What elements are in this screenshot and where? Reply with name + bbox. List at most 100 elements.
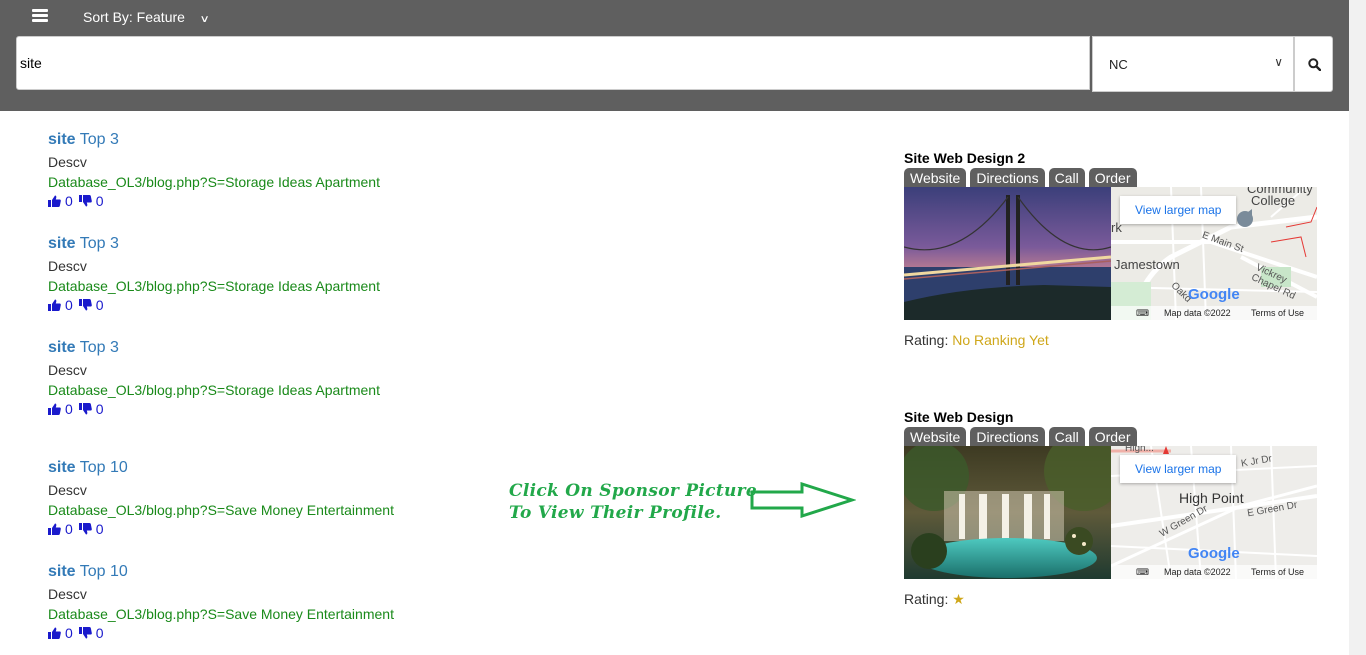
downvote-count: 0 bbox=[95, 193, 104, 209]
downvote-count: 0 bbox=[95, 297, 104, 313]
view-larger-map-link[interactable]: View larger map bbox=[1120, 455, 1237, 483]
thumbs-down-icon bbox=[78, 523, 92, 535]
result-title[interactable]: site Top 3 bbox=[48, 339, 380, 357]
google-logo: Google bbox=[1188, 286, 1240, 303]
top-bar: Sort By: Feature ∨ NC ∨ bbox=[0, 0, 1349, 111]
downvote-count: 0 bbox=[95, 625, 104, 641]
thumbs-up-icon bbox=[48, 627, 61, 639]
sort-by-dropdown[interactable]: Sort By: Feature ∨ bbox=[83, 9, 210, 25]
terms-of-use-link[interactable]: Terms of Use bbox=[1251, 308, 1304, 318]
thumbs-up-icon bbox=[48, 523, 61, 535]
state-select-value: NC bbox=[1109, 57, 1128, 72]
upvote-count: 0 bbox=[65, 297, 73, 313]
thumbs-down-button[interactable]: 0 bbox=[78, 625, 104, 641]
thumbs-down-icon bbox=[78, 299, 92, 311]
call-button[interactable]: Call bbox=[1048, 168, 1085, 187]
state-select[interactable]: NC ∨ bbox=[1092, 36, 1294, 92]
result-item: site Top 3 Descv Database_OL3/blog.php?S… bbox=[48, 131, 380, 209]
thumbs-down-button[interactable]: 0 bbox=[78, 521, 104, 537]
upvote-count: 0 bbox=[65, 521, 73, 537]
result-description: Descv bbox=[48, 258, 87, 274]
result-link[interactable]: Database_OL3/blog.php?S=Storage Ideas Ap… bbox=[48, 278, 380, 294]
search-button[interactable] bbox=[1294, 36, 1333, 92]
result-title[interactable]: site Top 3 bbox=[48, 235, 380, 253]
result-description: Descv bbox=[48, 586, 87, 602]
sponsor-rating: Rating: No Ranking Yet bbox=[904, 332, 1049, 348]
order-button[interactable]: Order bbox=[1088, 427, 1137, 446]
map-label: College bbox=[1251, 193, 1296, 208]
sponsor-card: Site Web Design 2 Website Directions Cal… bbox=[904, 150, 1317, 348]
sponsor-picture[interactable] bbox=[904, 446, 1111, 579]
result-item: site Top 10 Descv Database_OL3/blog.php?… bbox=[48, 459, 394, 537]
call-button[interactable]: Call bbox=[1048, 427, 1085, 446]
thumbs-up-icon bbox=[48, 299, 61, 311]
result-link[interactable]: Database_OL3/blog.php?S=Storage Ideas Ap… bbox=[48, 174, 380, 190]
downvote-count: 0 bbox=[95, 401, 104, 417]
thumbs-down-button[interactable]: 0 bbox=[78, 193, 104, 209]
upvote-count: 0 bbox=[65, 193, 73, 209]
thumbs-up-button[interactable]: 0 bbox=[48, 401, 73, 417]
thumbs-up-icon bbox=[48, 195, 61, 207]
thumbs-up-button[interactable]: 0 bbox=[48, 193, 73, 209]
sponsor-picture[interactable] bbox=[904, 187, 1111, 320]
result-link[interactable]: Database_OL3/blog.php?S=Save Money Enter… bbox=[48, 502, 394, 518]
chevron-down-icon: ∨ bbox=[1274, 55, 1283, 69]
map-label: High Point bbox=[1179, 490, 1244, 506]
downvote-count: 0 bbox=[95, 521, 104, 537]
directions-button[interactable]: Directions bbox=[970, 168, 1045, 187]
thumbs-up-button[interactable]: 0 bbox=[48, 625, 73, 641]
thumbs-down-button[interactable]: 0 bbox=[78, 401, 104, 417]
keyboard-icon[interactable]: ⌨ bbox=[1136, 308, 1149, 319]
sponsor-hint-text: Click On Sponsor Picture To View Their P… bbox=[509, 481, 758, 523]
upvote-count: 0 bbox=[65, 625, 73, 641]
website-button[interactable]: Website bbox=[904, 427, 967, 446]
website-button[interactable]: Website bbox=[904, 168, 967, 187]
thumbs-down-icon bbox=[78, 195, 92, 207]
sponsor-name: Site Web Design bbox=[904, 409, 1014, 425]
map-embed[interactable]: View larger map High Point E Green Dr W … bbox=[1111, 446, 1317, 579]
result-item: site Top 3 Descv Database_OL3/blog.php?S… bbox=[48, 235, 380, 313]
rating-value: No Ranking Yet bbox=[952, 332, 1049, 348]
view-larger-map-link[interactable]: View larger map bbox=[1120, 196, 1237, 224]
directions-button[interactable]: Directions bbox=[970, 427, 1045, 446]
terms-of-use-link[interactable]: Terms of Use bbox=[1251, 567, 1304, 577]
thumbs-up-button[interactable]: 0 bbox=[48, 297, 73, 313]
thumbs-down-icon bbox=[78, 627, 92, 639]
result-description: Descv bbox=[48, 154, 87, 170]
map-footer: ⌨ Map data ©2022 Terms of Use bbox=[1111, 565, 1317, 579]
waterfall-image bbox=[904, 446, 1111, 579]
thumbs-up-icon bbox=[48, 403, 61, 415]
result-description: Descv bbox=[48, 482, 87, 498]
sort-by-label: Sort By: Feature bbox=[83, 9, 185, 25]
keyboard-icon[interactable]: ⌨ bbox=[1136, 567, 1149, 578]
search-icon bbox=[1308, 58, 1321, 71]
chevron-down-icon: ∨ bbox=[199, 14, 210, 25]
sponsor-card: Site Web Design Website Directions Call … bbox=[904, 409, 1317, 608]
result-title[interactable]: site Top 10 bbox=[48, 563, 394, 581]
result-link[interactable]: Database_OL3/blog.php?S=Storage Ideas Ap… bbox=[48, 382, 380, 398]
arrow-right-icon bbox=[750, 482, 856, 518]
result-item: site Top 10 Descv Database_OL3/blog.php?… bbox=[48, 563, 394, 641]
rating-star-icon: ★ bbox=[952, 591, 965, 607]
sponsor-name: Site Web Design 2 bbox=[904, 150, 1026, 166]
map-embed[interactable]: View larger map Community College Jamest… bbox=[1111, 187, 1317, 320]
upvote-count: 0 bbox=[65, 401, 73, 417]
map-label: rk bbox=[1111, 220, 1122, 235]
thumbs-down-button[interactable]: 0 bbox=[78, 297, 104, 313]
order-button[interactable]: Order bbox=[1088, 168, 1137, 187]
map-footer: ⌨ Map data ©2022 Terms of Use bbox=[1111, 306, 1317, 320]
google-logo: Google bbox=[1188, 545, 1240, 562]
result-title[interactable]: site Top 3 bbox=[48, 131, 380, 149]
map-label: Jamestown bbox=[1114, 257, 1180, 272]
map-data-text: Map data ©2022 bbox=[1164, 567, 1231, 577]
result-description: Descv bbox=[48, 362, 87, 378]
thumbs-down-icon bbox=[78, 403, 92, 415]
result-title[interactable]: site Top 10 bbox=[48, 459, 394, 477]
scrollbar[interactable] bbox=[1349, 0, 1366, 655]
search-input[interactable] bbox=[16, 36, 1090, 90]
sponsor-rating: Rating: ★ bbox=[904, 591, 965, 607]
result-link[interactable]: Database_OL3/blog.php?S=Save Money Enter… bbox=[48, 606, 394, 622]
hamburger-menu-icon[interactable] bbox=[32, 9, 48, 23]
thumbs-up-button[interactable]: 0 bbox=[48, 521, 73, 537]
bridge-image bbox=[904, 187, 1111, 320]
